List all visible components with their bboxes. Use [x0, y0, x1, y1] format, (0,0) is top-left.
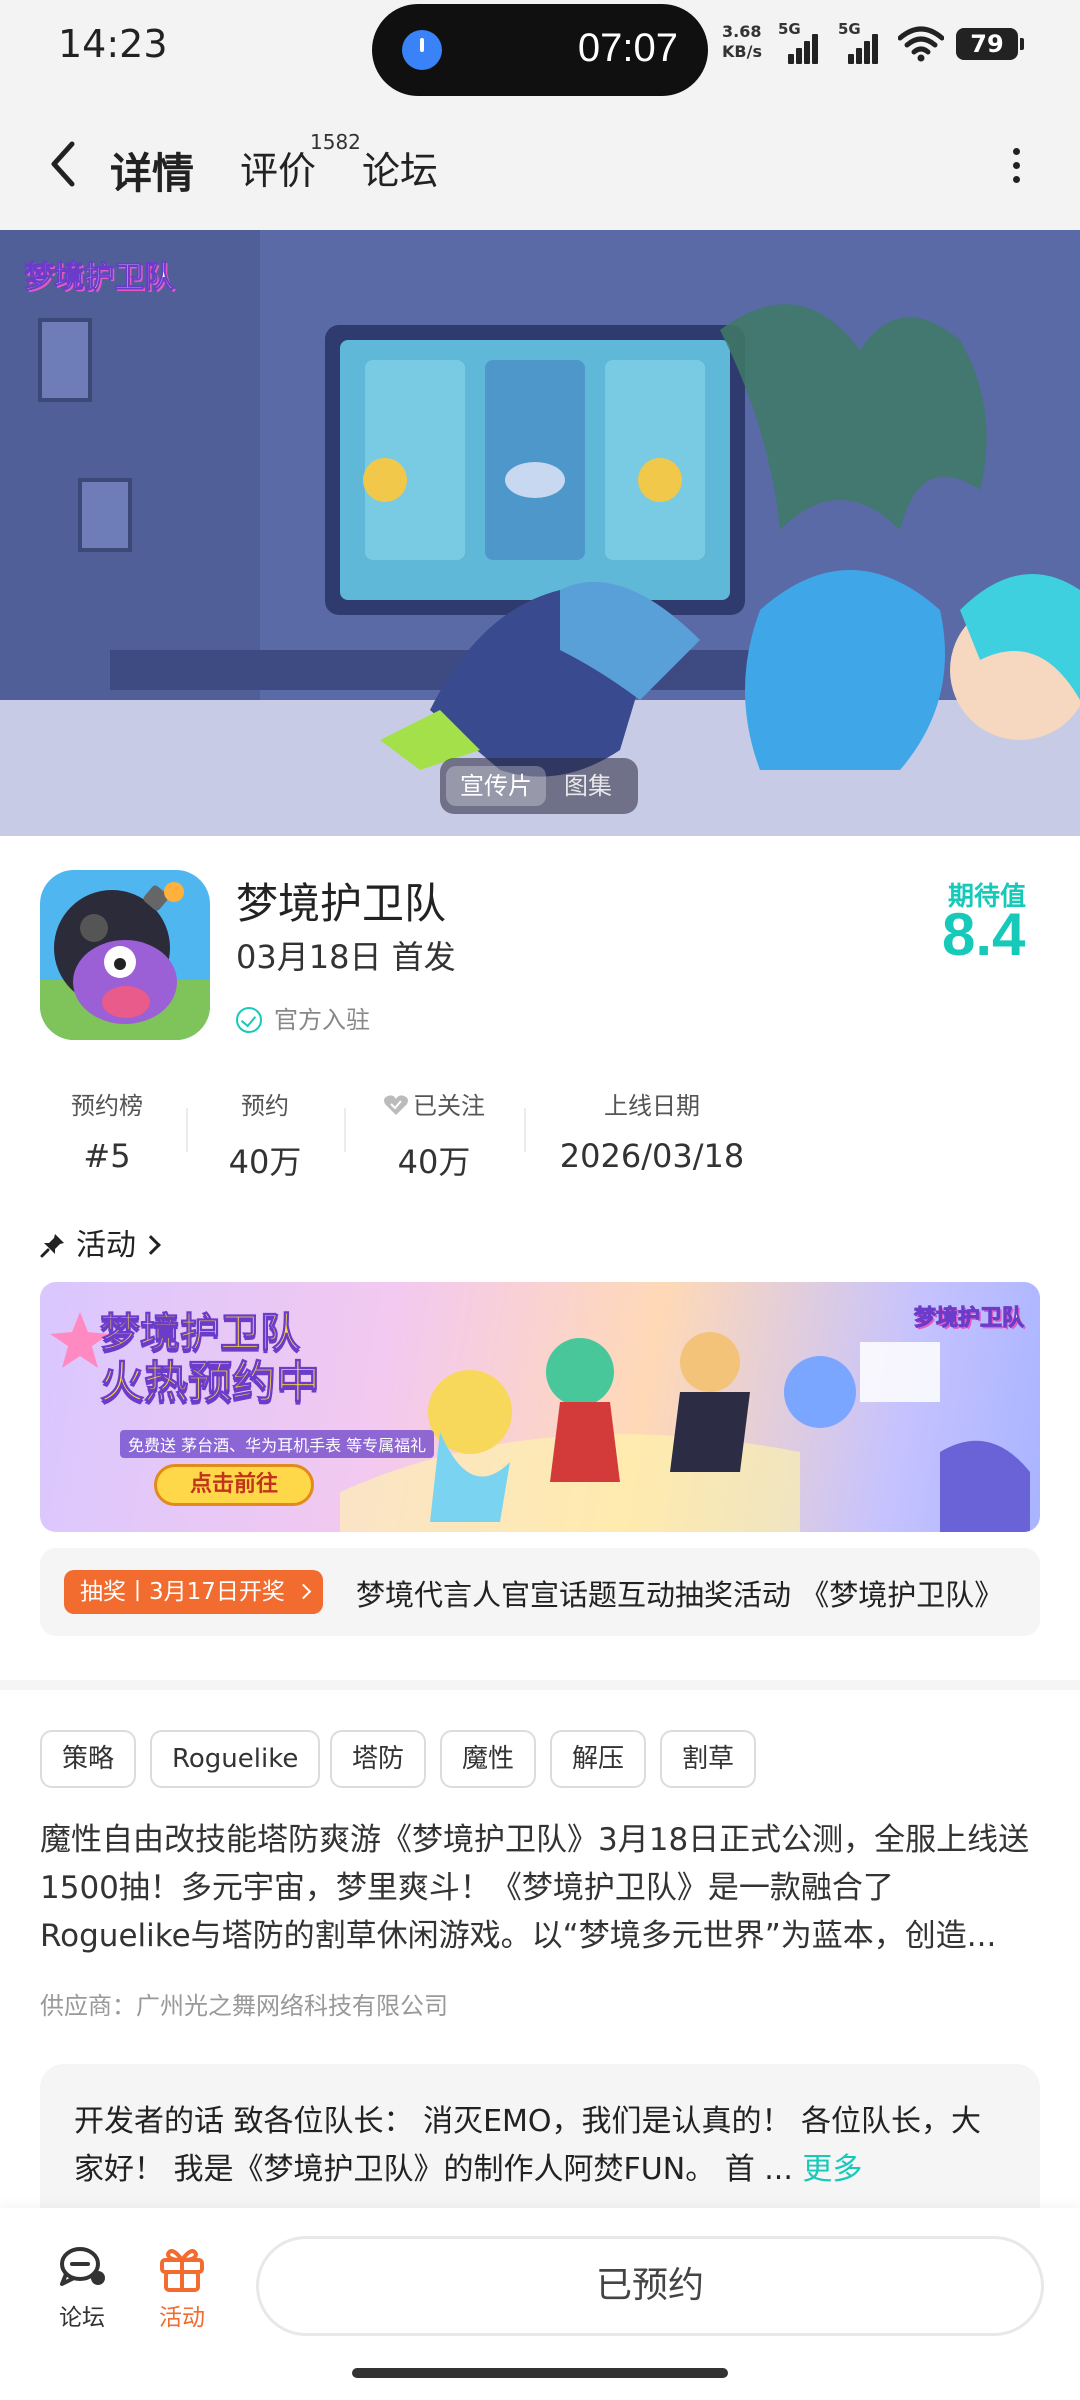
bottom-forum-button[interactable]: 论坛: [42, 2242, 122, 2332]
stat-value: #5: [83, 1137, 131, 1175]
timer-pill[interactable]: 07:07: [372, 4, 708, 96]
verified-label: 官方入驻: [274, 1006, 370, 1034]
tag-chip[interactable]: 解压: [550, 1730, 647, 1788]
stat-value: 40万: [397, 1143, 471, 1181]
tag-chip[interactable]: Roguelike: [150, 1730, 321, 1788]
home-indicator[interactable]: [352, 2368, 728, 2378]
tag-chip[interactable]: 魔性: [440, 1730, 537, 1788]
more-link[interactable]: 更多: [802, 2152, 862, 2187]
top-nav: 详情 评价 1582 论坛: [0, 96, 1080, 230]
media-banner[interactable]: 梦境护卫队 宣传片 图集: [0, 230, 1080, 836]
promo-cta-button[interactable]: 点击前往: [154, 1464, 314, 1506]
lottery-tag: 抽奖丨3月17日开奖: [64, 1570, 323, 1614]
wifi-icon: [898, 26, 944, 62]
forum-chat-icon: [60, 2247, 105, 2286]
stats-row: 预约榜 #5 预约 40万 已关注 40万 上线日期 2026/03/18: [0, 1086, 1080, 1181]
tag-chip[interactable]: 策略: [40, 1730, 137, 1788]
review-count-badge: 1582: [310, 130, 361, 154]
lottery-item[interactable]: 抽奖丨3月17日开奖 梦境代言人官宣话题互动抽奖活动 《梦境护卫队》: [40, 1548, 1040, 1636]
net-speed-unit: KB/s: [722, 42, 762, 61]
pin-icon: [40, 1234, 64, 1258]
game-description[interactable]: 魔性自由改技能塔防爽游《梦境护卫队》3月18日正式公测，全服上线送1500抽！多…: [40, 1816, 1040, 1960]
promo-banner[interactable]: 梦境护卫队 火热预约中 免费送 茅台酒、华为耳机手表 等专属福礼 点击前往 梦境…: [40, 1282, 1040, 1532]
signal-bars-icon: [782, 32, 822, 64]
tab-forum[interactable]: 论坛: [362, 140, 438, 195]
stat-divider: [186, 1108, 188, 1152]
chevron-right-icon: [141, 1235, 161, 1255]
tag-chip[interactable]: 割草: [660, 1730, 757, 1788]
stat-launch-date: 上线日期 2026/03/18: [552, 1086, 752, 1175]
supplier-info: 供应商：广州光之舞网络科技有限公司: [40, 1992, 448, 2020]
tab-detail[interactable]: 详情: [106, 140, 201, 201]
verified-badge: 官方入驻: [236, 1000, 370, 1035]
game-app-icon: [40, 870, 210, 1040]
developer-note: 开发者的话 致各位队长： 消灭EMO，我们是认真的！ 各位队长，大家好！ 我是《…: [74, 2098, 994, 2194]
stat-ranking[interactable]: 预约榜 #5: [64, 1086, 150, 1175]
promo-title-line2: 火热预约中: [100, 1357, 321, 1408]
activity-heading-label: 活动: [76, 1228, 136, 1263]
lottery-title: 梦境代言人官宣话题互动抽奖活动 《梦境护卫队》: [356, 1578, 1004, 1612]
gift-icon: [160, 2249, 204, 2292]
developer-note-card[interactable]: 开发者的话 致各位队长： 消灭EMO，我们是认真的！ 各位队长，大家好！ 我是《…: [40, 2064, 1040, 2224]
media-option-video[interactable]: 宣传片: [446, 766, 546, 806]
stat-divider: [344, 1108, 346, 1152]
banner-artwork: [0, 230, 1080, 836]
promo-title-line1: 梦境护卫队: [100, 1310, 301, 1357]
stat-value: 2026/03/18: [559, 1137, 745, 1175]
stat-label: 预约榜: [71, 1092, 143, 1120]
timer-value: 07:07: [577, 26, 678, 70]
promo-subtitle: 免费送 茅台酒、华为耳机手表 等专属福礼: [120, 1430, 435, 1458]
media-option-gallery[interactable]: 图集: [550, 766, 626, 806]
banner-game-logo: 梦境护卫队: [24, 252, 175, 296]
expectation-score: 8.4: [942, 901, 1026, 968]
chevron-right-icon: [295, 1583, 312, 1600]
stat-followed-label: 已关注: [413, 1092, 485, 1120]
stat-divider: [524, 1108, 526, 1152]
tab-forum-label: 论坛: [362, 149, 439, 193]
more-options-icon[interactable]: [1006, 148, 1026, 188]
stat-label: 已关注: [374, 1086, 494, 1121]
signal-bars-icon: [842, 32, 882, 64]
stat-reservations: 预约 40万: [222, 1086, 308, 1183]
promo-title: 梦境护卫队 火热预约中: [100, 1308, 321, 1409]
stat-label: 上线日期: [604, 1092, 700, 1120]
release-date: 03月18日 首发: [236, 938, 456, 976]
tab-review[interactable]: 评价: [240, 140, 316, 195]
net-speed-value: 3.68: [722, 22, 762, 41]
status-time: 14:23: [58, 22, 168, 66]
media-toggle: 宣传片 图集: [440, 758, 638, 814]
status-bar: 14:23 07:07 3.68 KB/s 5G 5G 79: [0, 0, 1080, 96]
stat-label: 预约: [241, 1092, 289, 1120]
reserved-button[interactable]: 已预约: [256, 2236, 1044, 2336]
promo-logo: 梦境护卫队: [913, 1306, 1024, 1332]
stat-value: 40万: [228, 1143, 302, 1181]
tab-detail-label: 详情: [110, 149, 195, 198]
stopwatch-icon: [402, 30, 442, 70]
net-speed: 3.68 KB/s: [722, 22, 762, 62]
section-divider: [0, 1680, 1080, 1690]
game-title: 梦境护卫队: [236, 879, 447, 928]
tag-chip[interactable]: 塔防: [330, 1730, 427, 1788]
heart-icon: [384, 1095, 408, 1115]
stat-followed[interactable]: 已关注 40万: [374, 1086, 494, 1183]
bottom-activity-label: 活动: [159, 2305, 205, 2331]
battery-indicator: 79: [956, 28, 1024, 60]
check-circle-icon: [236, 1007, 262, 1033]
lottery-tag-label: 抽奖丨3月17日开奖: [80, 1579, 285, 1605]
back-arrow-icon[interactable]: [44, 134, 84, 194]
activity-heading[interactable]: 活动: [40, 1220, 161, 1264]
bottom-activity-button[interactable]: 活动: [142, 2242, 222, 2332]
banner-logo-text: 梦境护卫队: [24, 260, 175, 296]
tab-review-label: 评价: [240, 149, 317, 193]
bottom-forum-label: 论坛: [59, 2305, 105, 2331]
